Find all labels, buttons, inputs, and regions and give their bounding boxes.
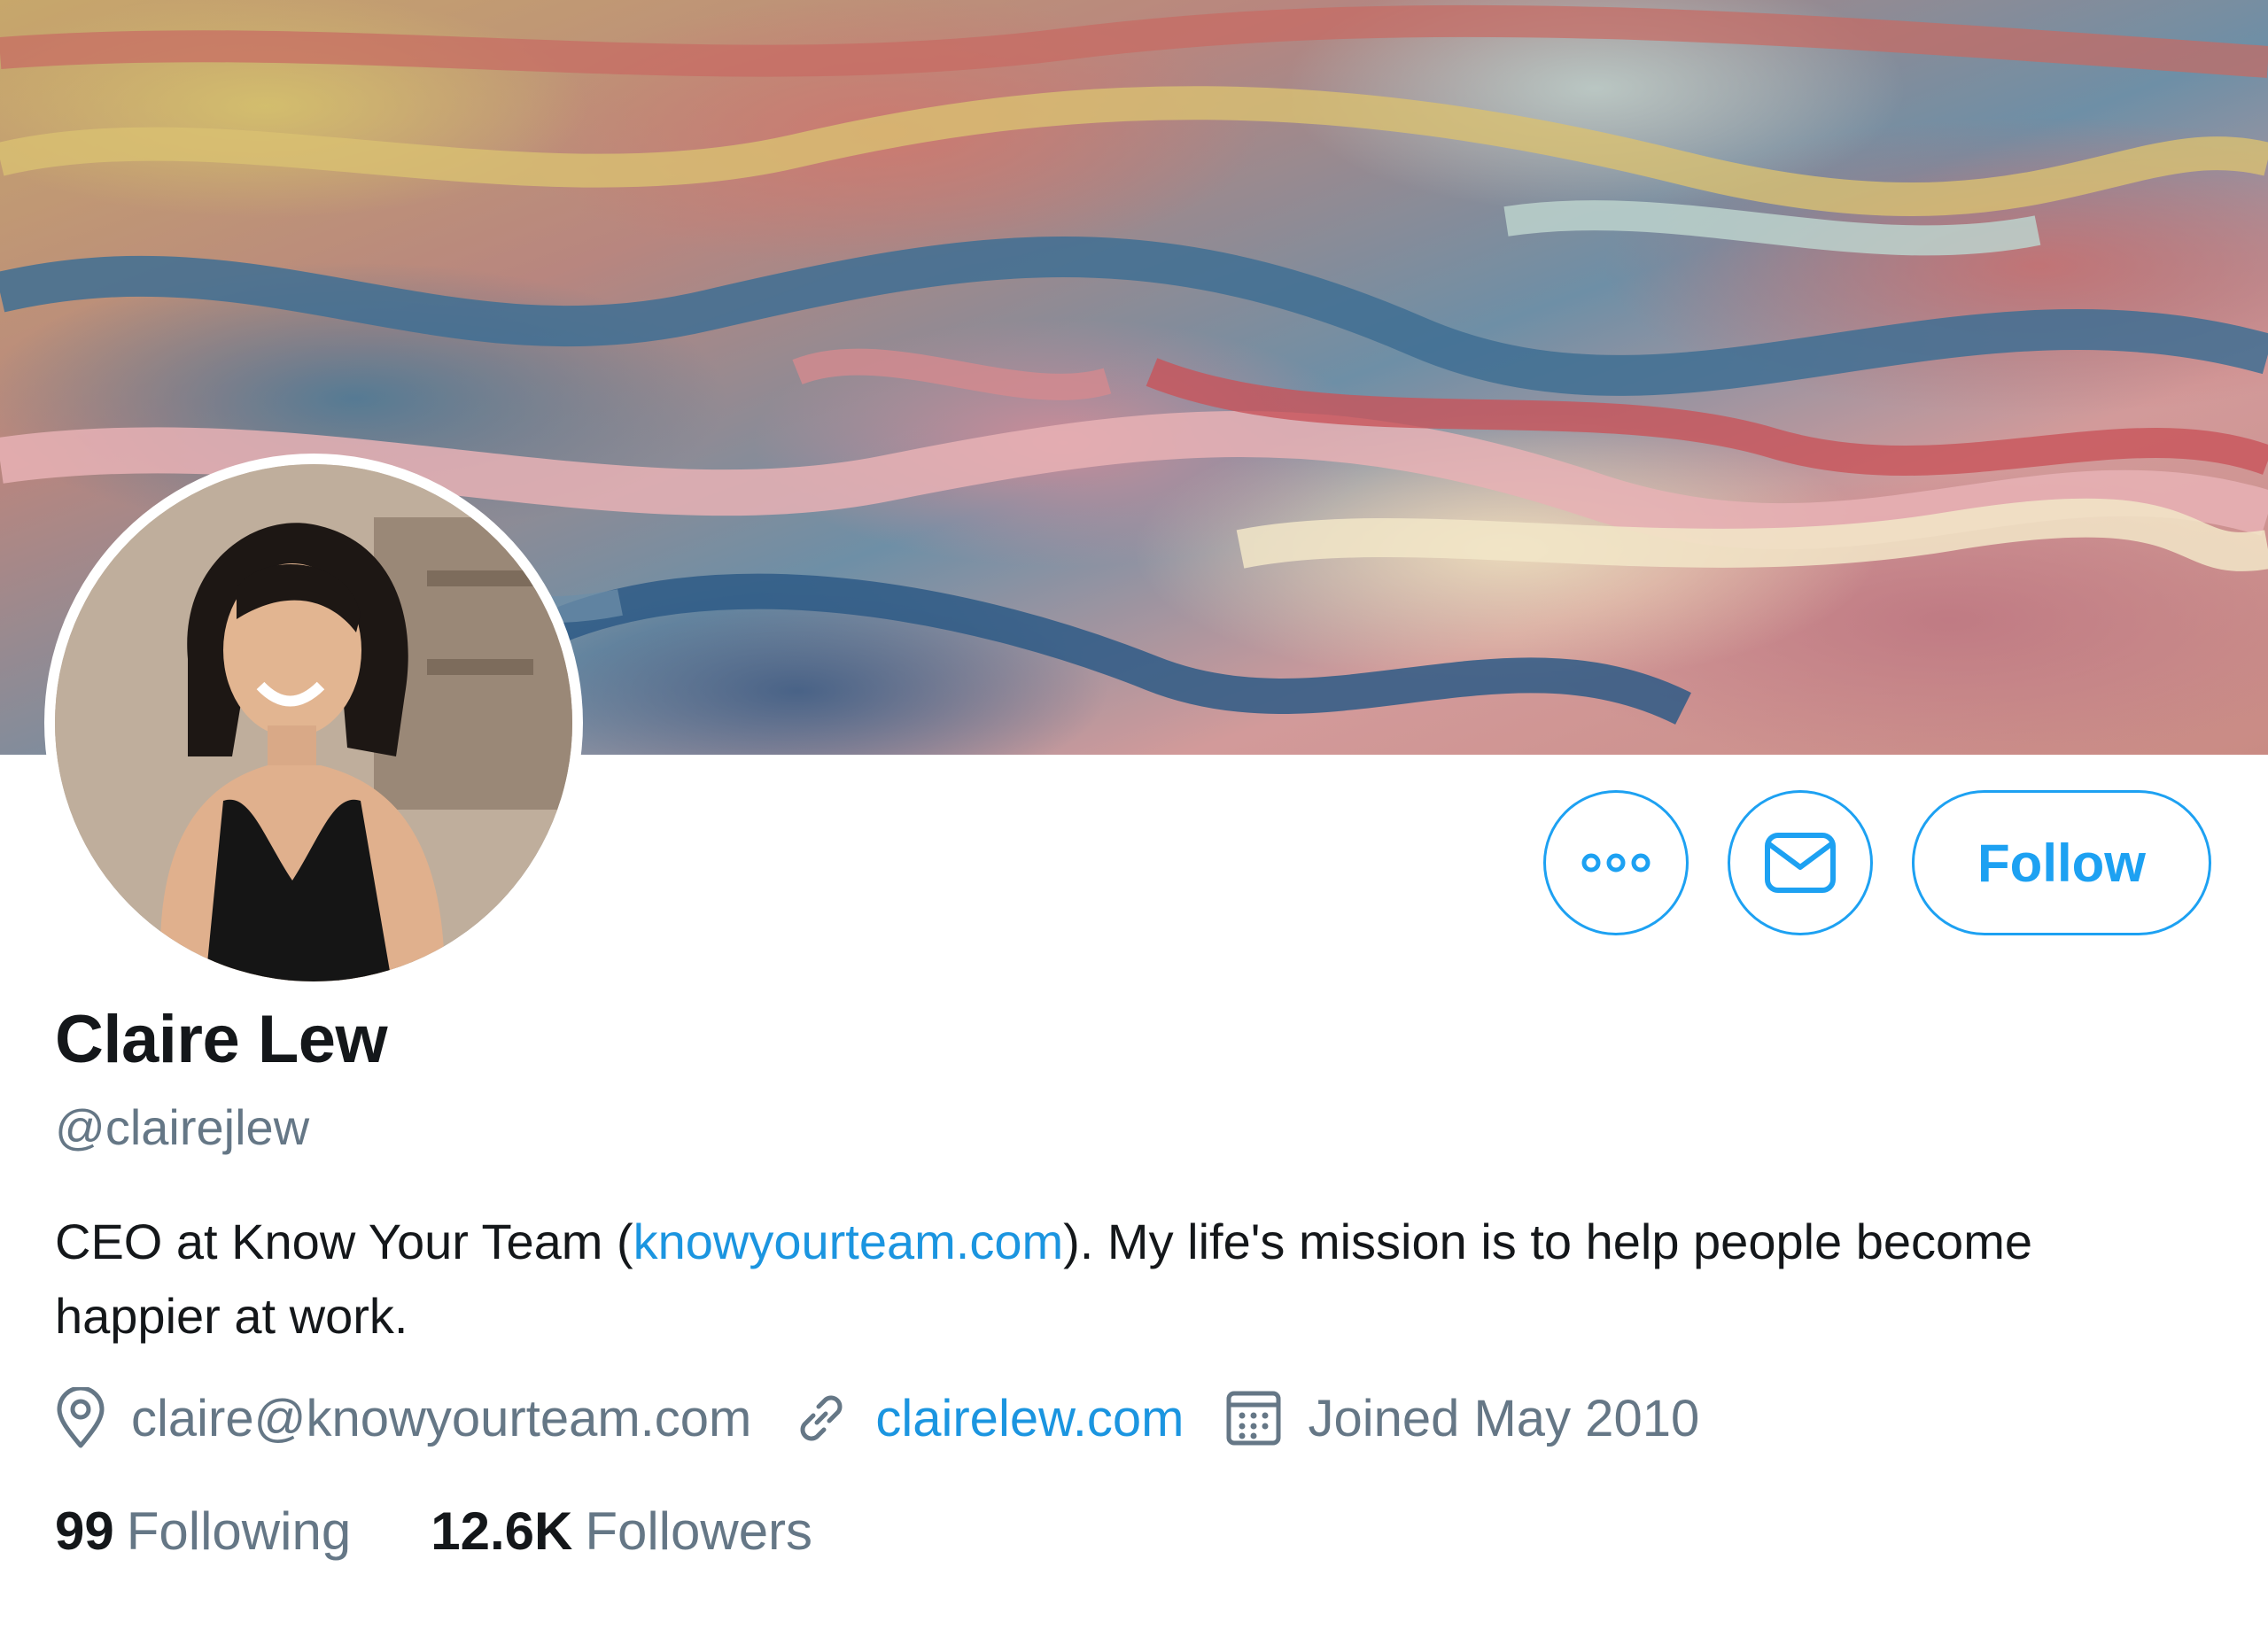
link-icon — [800, 1395, 843, 1441]
profile-handle: @clairejlew — [55, 1099, 310, 1155]
followers-label: Followers — [585, 1501, 813, 1561]
message-button[interactable] — [1728, 790, 1873, 935]
bio-text-prefix: CEO at Know Your Team ( — [55, 1214, 633, 1269]
joined-text: Joined May 2010 — [1308, 1389, 1700, 1447]
follow-button-label: Follow — [1977, 833, 2146, 893]
profile-meta: claire@knowyourteam.com clairelew.com Jo… — [55, 1387, 1740, 1449]
profile-display-name: Claire Lew — [55, 1002, 388, 1077]
joined-item: Joined May 2010 — [1224, 1389, 1699, 1448]
envelope-icon — [1765, 833, 1836, 893]
following-stat[interactable]: 99 Following — [55, 1501, 351, 1562]
calendar-icon — [1226, 1391, 1281, 1446]
followers-stat[interactable]: 12.6K Followers — [431, 1501, 812, 1562]
following-label: Following — [126, 1501, 352, 1561]
avatar-photo — [55, 464, 572, 981]
following-count: 99 — [55, 1501, 114, 1561]
more-horizontal-icon — [1581, 853, 1651, 873]
profile-avatar[interactable] — [44, 454, 583, 992]
followers-count: 12.6K — [431, 1501, 573, 1561]
profile-actions: Follow — [1543, 790, 2211, 935]
profile-bio: CEO at Know Your Team (knowyourteam.com)… — [55, 1205, 2181, 1354]
website-link[interactable]: clairelew.com — [875, 1389, 1184, 1448]
location-text: claire@knowyourteam.com — [131, 1389, 752, 1447]
bio-link[interactable]: knowyourteam.com — [633, 1214, 1064, 1269]
location-pin-icon — [57, 1387, 105, 1448]
more-options-button[interactable] — [1543, 790, 1689, 935]
website-item: clairelew.com — [792, 1389, 1184, 1448]
profile-stats: 99 Following 12.6K Followers — [55, 1501, 892, 1562]
follow-button[interactable]: Follow — [1912, 790, 2211, 935]
location-item: claire@knowyourteam.com — [55, 1387, 751, 1449]
avatar-portrait-illustration — [55, 464, 572, 981]
